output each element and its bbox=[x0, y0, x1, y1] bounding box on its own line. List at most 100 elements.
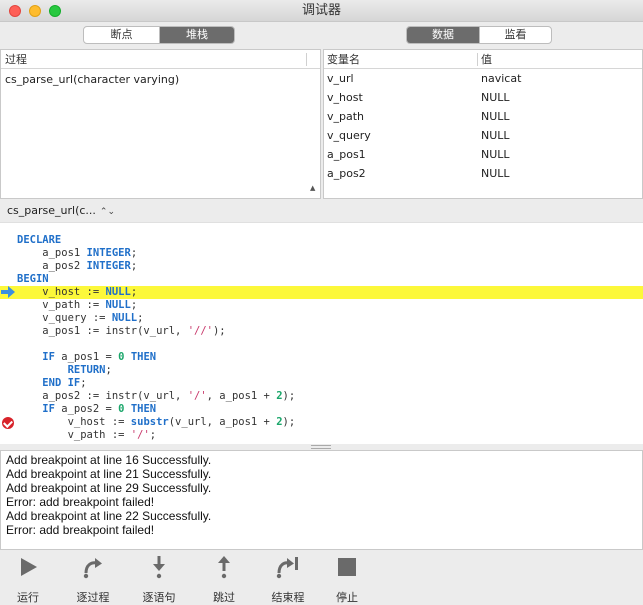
code-line: v_query := NULL; bbox=[0, 312, 643, 325]
stack-panel: 过程 cs_parse_url(character varying) ▲ bbox=[0, 49, 321, 199]
variable-row[interactable]: a_pos2 NULL bbox=[324, 164, 642, 183]
code-text: v_path := NULL; bbox=[17, 299, 138, 311]
code-text: v_query := NULL; bbox=[17, 312, 144, 324]
variable-value: NULL bbox=[481, 110, 510, 123]
stop-label: 停止 bbox=[336, 591, 358, 604]
code-text: v_host := substr(v_url, a_pos1 + 2); bbox=[17, 416, 296, 428]
variable-name: v_url bbox=[327, 72, 354, 85]
variable-row[interactable]: v_path NULL bbox=[324, 107, 642, 126]
variables-header: 变量名 值 bbox=[324, 50, 642, 69]
log-line: Add breakpoint at line 21 Successfully. bbox=[6, 467, 212, 481]
debugger-window: 调试器 断点 堆栈 数据 监看 过程 cs_parse_url(characte… bbox=[0, 0, 643, 605]
tab-data[interactable]: 数据 bbox=[407, 27, 479, 43]
current-line-arrow-icon bbox=[1, 286, 15, 298]
variable-value: navicat bbox=[481, 72, 522, 85]
tab-stack[interactable]: 堆栈 bbox=[159, 27, 234, 43]
code-text: a_pos1 INTEGER; bbox=[17, 247, 138, 259]
code-text: v_host := NULL; bbox=[17, 286, 138, 298]
code-token: 0 bbox=[118, 351, 125, 363]
code-token: 2 bbox=[276, 390, 283, 402]
log-line: Add breakpoint at line 29 Successfully. bbox=[6, 481, 212, 495]
code-token: substr bbox=[130, 416, 169, 428]
code-token: THEN bbox=[130, 403, 157, 415]
run-label: 运行 bbox=[17, 591, 39, 604]
procedure-selector-label: cs_parse_url(c... bbox=[7, 204, 96, 217]
code-token: 2 bbox=[276, 416, 283, 428]
variable-name: a_pos2 bbox=[327, 167, 366, 180]
code-text: IF a_pos2 = 0 THEN bbox=[42, 403, 157, 415]
variable-name: v_host bbox=[327, 91, 363, 104]
code-token: INTEGER bbox=[86, 260, 131, 272]
code-line: a_pos1 := instr(v_url, '//'); bbox=[0, 325, 643, 338]
log-line: Error: add breakpoint failed! bbox=[6, 523, 155, 537]
code-line: v_path := '/'; bbox=[0, 429, 643, 442]
run-to-end-icon bbox=[276, 557, 298, 579]
finish-label: 结束程 bbox=[271, 591, 305, 604]
variable-row[interactable]: v_url navicat bbox=[324, 69, 642, 88]
code-token: INTEGER bbox=[86, 247, 131, 259]
step-into-button[interactable]: 逐语句 bbox=[129, 555, 189, 605]
variable-value: NULL bbox=[481, 148, 510, 161]
split-handle[interactable] bbox=[311, 445, 331, 449]
variable-row[interactable]: v_query NULL bbox=[324, 126, 642, 145]
code-line: RETURN; bbox=[0, 364, 643, 377]
step-out-label: 跳过 bbox=[213, 591, 235, 604]
code-token: RETURN bbox=[67, 364, 106, 376]
chevron-updown-icon: ⌃⌄ bbox=[99, 207, 115, 217]
code-text: IF a_pos1 = 0 THEN bbox=[42, 351, 157, 363]
breakpoint-icon[interactable] bbox=[2, 417, 14, 429]
code-text: RETURN; bbox=[67, 364, 112, 376]
code-token: NULL bbox=[105, 299, 131, 311]
code-text: a_pos1 := instr(v_url, '//'); bbox=[17, 325, 226, 337]
tab-breakpoints[interactable]: 断点 bbox=[84, 27, 159, 43]
procedure-selector[interactable]: cs_parse_url(c... ⌃⌄ bbox=[7, 204, 115, 217]
step-into-label: 逐语句 bbox=[142, 591, 176, 604]
variable-value: NULL bbox=[481, 129, 510, 142]
code-line: a_pos2 := instr(v_url, '/', a_pos1 + 2); bbox=[0, 390, 643, 403]
column-divider bbox=[477, 53, 478, 66]
window-title: 调试器 bbox=[301, 3, 341, 18]
finish-button[interactable]: 结束程 bbox=[258, 555, 318, 605]
code-line: BEGIN bbox=[0, 273, 643, 286]
code-line: a_pos1 INTEGER; bbox=[0, 247, 643, 260]
variable-row[interactable]: a_pos1 NULL bbox=[324, 145, 642, 164]
step-over-button[interactable]: 逐过程 bbox=[63, 555, 123, 605]
code-editor[interactable]: DECLARE a_pos1 INTEGER; a_pos2 INTEGER; … bbox=[0, 222, 643, 444]
run-button[interactable]: 运行 bbox=[0, 555, 58, 605]
stack-header-label: 过程 bbox=[5, 53, 27, 66]
code-line: END IF; bbox=[0, 377, 643, 390]
code-line: IF a_pos1 = 0 THEN bbox=[0, 351, 643, 364]
variable-row[interactable]: v_host NULL bbox=[324, 88, 642, 107]
code-text: a_pos2 := instr(v_url, '/', a_pos1 + 2); bbox=[17, 390, 296, 402]
variable-name-header[interactable]: 变量名 bbox=[327, 50, 360, 69]
log-line: Add breakpoint at line 22 Successfully. bbox=[6, 509, 212, 523]
code-token: '/' bbox=[130, 429, 150, 441]
left-tab-group: 断点 堆栈 bbox=[83, 26, 235, 44]
log-line: Error: add breakpoint failed! bbox=[6, 495, 155, 509]
title-bar: 调试器 bbox=[0, 0, 643, 22]
code-line: IF a_pos2 = 0 THEN bbox=[0, 403, 643, 416]
code-token: NULL bbox=[105, 286, 131, 298]
stack-frame-item[interactable]: cs_parse_url(character varying) bbox=[5, 73, 179, 86]
code-text: a_pos2 INTEGER; bbox=[17, 260, 138, 272]
variable-value: NULL bbox=[481, 91, 510, 104]
tab-watch[interactable]: 监看 bbox=[479, 27, 551, 43]
code-line: DECLARE bbox=[0, 234, 643, 247]
variable-name: a_pos1 bbox=[327, 148, 366, 161]
code-token: NULL bbox=[111, 312, 138, 324]
stop-button[interactable]: 停止 bbox=[317, 555, 377, 605]
code-token: 0 bbox=[118, 403, 125, 415]
message-log: Add breakpoint at line 16 Successfully. … bbox=[0, 450, 643, 550]
play-icon bbox=[21, 558, 37, 576]
code-text: END IF; bbox=[42, 377, 87, 389]
code-token: IF bbox=[42, 351, 55, 363]
variable-value-header[interactable]: 值 bbox=[481, 50, 492, 69]
code-token: BEGIN bbox=[17, 273, 49, 285]
code-token: '/' bbox=[187, 390, 207, 402]
stack-column-header[interactable]: 过程 bbox=[1, 50, 320, 69]
code-token: '//' bbox=[187, 325, 213, 337]
step-over-label: 逐过程 bbox=[76, 591, 110, 604]
code-token: THEN bbox=[130, 351, 157, 363]
scroll-up-icon[interactable]: ▲ bbox=[310, 184, 315, 192]
step-out-button[interactable]: 跳过 bbox=[194, 555, 254, 605]
